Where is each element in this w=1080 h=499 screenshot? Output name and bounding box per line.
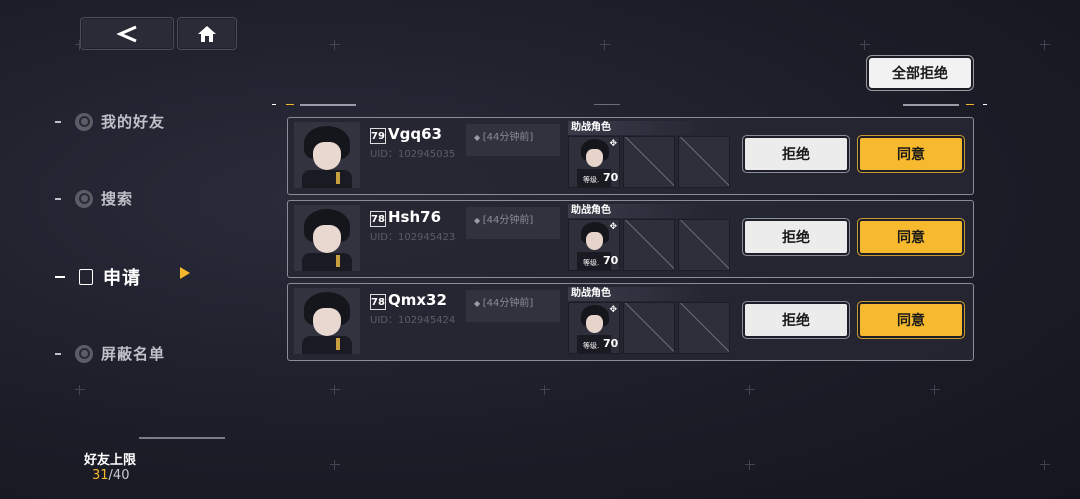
accept-button[interactable]: 同意: [860, 138, 962, 170]
sidebar-item-label: 搜索: [101, 190, 134, 208]
friend-count-current: 31: [92, 468, 109, 483]
friends-icon: [75, 112, 93, 131]
player-name: Vgq63: [388, 125, 442, 143]
sidebar-dash: [55, 276, 65, 278]
assist-level-label: 等级.: [583, 176, 600, 184]
assist-slot-empty: [678, 302, 730, 354]
assist-character-label: 助战角色: [568, 121, 711, 135]
divider-accent: [286, 104, 294, 105]
reject-button[interactable]: 拒绝: [745, 304, 847, 336]
assist-character-label: 助战角色: [568, 204, 711, 218]
sidebar-dash: [55, 197, 61, 200]
sidebar-item-label: 屏蔽名单: [101, 345, 166, 363]
accept-button[interactable]: 同意: [860, 304, 962, 336]
player-level-badge: 78: [370, 211, 386, 227]
divider-line: [903, 104, 959, 106]
friend-limit-count: 31/40: [92, 468, 129, 483]
assist-slot-character[interactable]: ✥ 等级. 70: [568, 219, 620, 271]
request-row: 79 Vgq63 UID：102945035 [44分钟前] 助战角色 ✥ 等级…: [287, 117, 974, 195]
request-time: [44分钟前]: [474, 294, 534, 309]
assist-slot-empty: [623, 219, 675, 271]
limit-divider: [139, 437, 225, 439]
assist-slot-empty: [623, 136, 675, 188]
list-icon: [79, 269, 93, 285]
reject-button[interactable]: 拒绝: [745, 221, 847, 253]
request-time: [44分钟前]: [474, 128, 534, 143]
block-icon: [75, 344, 93, 363]
back-button[interactable]: [80, 17, 174, 50]
move-icon: ✥: [609, 139, 617, 149]
divider-line: [300, 104, 356, 106]
assist-slot-empty: [678, 219, 730, 271]
home-button[interactable]: [177, 17, 237, 50]
sidebar-item-label: 我的好友: [101, 113, 166, 131]
assist-slot-empty: [623, 302, 675, 354]
sidebar-item-blocklist[interactable]: 屏蔽名单: [55, 343, 165, 364]
sidebar-dash: [55, 352, 61, 355]
divider-dot: [272, 104, 276, 105]
request-row: 78 Qmx32 UID：102945424 [44分钟前] 助战角色 ✥ 等级…: [287, 283, 974, 361]
player-avatar[interactable]: [294, 288, 360, 354]
assist-slot-character[interactable]: ✥ 等级. 70: [568, 136, 620, 188]
home-icon: [198, 25, 216, 42]
assist-slot-character[interactable]: ✥ 等级. 70: [568, 302, 620, 354]
player-avatar[interactable]: [294, 205, 360, 271]
reject-button[interactable]: 拒绝: [745, 138, 847, 170]
sidebar-item-label: 申请: [103, 268, 141, 289]
divider-line: [594, 104, 620, 105]
player-uid: UID：102945035: [370, 149, 456, 160]
search-icon: [75, 189, 93, 208]
assist-level: 70: [603, 337, 619, 350]
player-level-badge: 79: [370, 128, 386, 144]
player-avatar[interactable]: [294, 122, 360, 188]
request-time: [44分钟前]: [474, 211, 534, 226]
player-uid: UID：102945424: [370, 315, 456, 326]
assist-character-label: 助战角色: [568, 287, 711, 301]
sidebar-item-friends[interactable]: 我的好友: [55, 111, 165, 132]
player-level-badge: 78: [370, 294, 386, 310]
assist-level: 70: [603, 254, 619, 267]
player-name: Qmx32: [388, 291, 447, 309]
sidebar-item-requests[interactable]: 申请: [55, 264, 141, 290]
accept-button[interactable]: 同意: [860, 221, 962, 253]
divider-accent: [966, 104, 974, 105]
friend-limit-title: 好友上限: [84, 453, 137, 468]
sidebar-dash: [55, 120, 61, 123]
player-uid: UID：102945423: [370, 232, 456, 243]
friend-count-max: /40: [108, 468, 130, 483]
assist-level-label: 等级.: [583, 342, 600, 350]
move-icon: ✥: [609, 305, 617, 315]
divider-dot: [983, 104, 987, 105]
assist-level-label: 等级.: [583, 259, 600, 267]
back-arrow-icon: [116, 25, 137, 42]
reject-all-button[interactable]: 全部拒绝: [869, 58, 971, 88]
assist-slot-empty: [678, 136, 730, 188]
move-icon: ✥: [609, 222, 617, 232]
sidebar-item-search[interactable]: 搜索: [55, 188, 133, 209]
request-row: 78 Hsh76 UID：102945423 [44分钟前] 助战角色 ✥ 等级…: [287, 200, 974, 278]
player-name: Hsh76: [388, 208, 442, 226]
assist-level: 70: [603, 171, 619, 184]
active-indicator-icon: [180, 267, 190, 279]
